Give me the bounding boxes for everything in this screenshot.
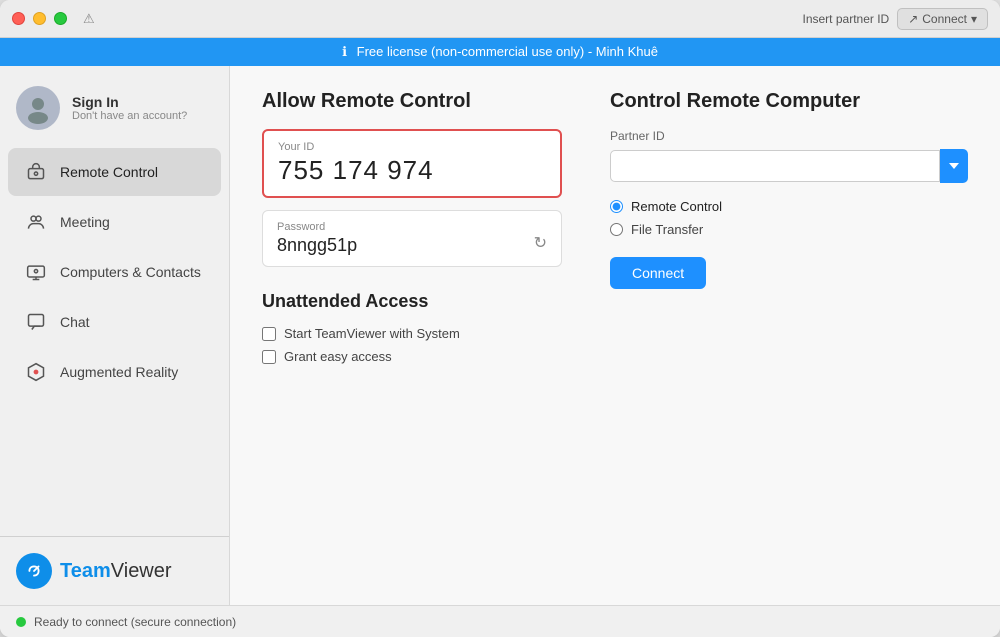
control-remote-title: Control Remote Computer [610,90,968,113]
app-window: ⚠ Insert partner ID ↗ Connect ▾ ℹ Free l… [0,0,1000,637]
connect-top-button[interactable]: ↗ Connect ▾ [897,8,988,30]
start-with-system-checkbox[interactable]: Start TeamViewer with System [262,326,562,341]
warning-icon: ⚠ [83,11,95,27]
chat-icon [24,310,48,334]
sidebar-profile[interactable]: Sign In Don't have an account? [0,66,229,146]
sidebar-item-augmented-reality[interactable]: Augmented Reality [8,348,221,396]
radio-remote-control-input[interactable] [610,200,623,213]
brand-name: TeamViewer [60,560,172,583]
refresh-icon[interactable]: ↻ [534,233,547,253]
sidebar-item-chat[interactable]: Chat [8,298,221,346]
radio-remote-control[interactable]: Remote Control [610,199,968,214]
profile-sub: Don't have an account? [72,110,187,122]
radio-remote-control-label: Remote Control [631,199,722,214]
computers-contacts-icon [24,260,48,284]
title-bar-right: Insert partner ID ↗ Connect ▾ [803,8,989,30]
your-id-value: 755 174 974 [278,155,546,186]
info-icon: ℹ [342,44,347,59]
minimize-button[interactable] [33,12,46,25]
sidebar-item-label: Chat [60,314,90,330]
password-content: Password 8nngg51p [277,221,357,256]
maximize-button[interactable] [54,12,67,25]
connect-top-label: Connect [922,12,967,26]
password-value: 8nngg51p [277,235,357,256]
status-dot [16,617,26,627]
partner-id-input-row [610,149,968,183]
sidebar-item-meeting[interactable]: Meeting [8,198,221,246]
unattended-title: Unattended Access [262,291,562,312]
password-label: Password [277,221,357,233]
connect-arrow-icon: ↗ [908,12,918,26]
status-bar: Ready to connect (secure connection) [0,605,1000,637]
main-content: Allow Remote Control Your ID 755 174 974… [230,66,1000,605]
radio-file-transfer[interactable]: File Transfer [610,222,968,237]
license-banner: ℹ Free license (non-commercial use only)… [0,38,1000,66]
augmented-reality-icon [24,360,48,384]
chevron-down-icon: ▾ [971,12,977,26]
close-button[interactable] [12,12,25,25]
sidebar-nav: Remote Control Meeting [0,146,229,536]
meeting-icon [24,210,48,234]
start-with-system-input[interactable] [262,327,276,341]
allow-remote-title: Allow Remote Control [262,90,562,113]
sidebar: Sign In Don't have an account? Remote Co… [0,66,230,605]
sidebar-item-label: Remote Control [60,164,158,180]
sidebar-item-remote-control[interactable]: Remote Control [8,148,221,196]
partner-id-label: Partner ID [610,129,968,143]
remote-control-icon [24,160,48,184]
partner-id-dropdown[interactable] [940,149,968,183]
profile-text: Sign In Don't have an account? [72,94,187,122]
title-bar: ⚠ Insert partner ID ↗ Connect ▾ [0,0,1000,38]
sidebar-item-label: Meeting [60,214,110,230]
main-layout: Sign In Don't have an account? Remote Co… [0,66,1000,605]
sidebar-item-label: Computers & Contacts [60,264,201,280]
traffic-lights [12,12,67,25]
password-box: Password 8nngg51p ↻ [262,210,562,267]
license-message: Free license (non-commercial use only) -… [357,44,658,59]
partner-id-input[interactable] [610,150,940,182]
sidebar-item-computers-contacts[interactable]: Computers & Contacts [8,248,221,296]
teamviewer-logo [16,553,52,589]
your-id-label: Your ID [278,141,546,153]
sidebar-bottom: TeamViewer [0,536,229,605]
connect-button[interactable]: Connect [610,257,706,289]
grant-easy-access-checkbox[interactable]: Grant easy access [262,349,562,364]
grant-easy-access-label: Grant easy access [284,349,392,364]
radio-group: Remote Control File Transfer [610,199,968,237]
sidebar-item-label: Augmented Reality [60,364,178,380]
status-text: Ready to connect (secure connection) [34,615,236,629]
your-id-box: Your ID 755 174 974 [262,129,562,198]
radio-file-transfer-input[interactable] [610,223,623,236]
allow-remote-section: Allow Remote Control Your ID 755 174 974… [262,90,562,581]
control-remote-section: Control Remote Computer Partner ID Remot… [610,90,968,581]
profile-name: Sign In [72,94,187,110]
radio-file-transfer-label: File Transfer [631,222,703,237]
avatar [16,86,60,130]
insert-partner-label[interactable]: Insert partner ID [803,12,890,26]
start-with-system-label: Start TeamViewer with System [284,326,460,341]
grant-easy-access-input[interactable] [262,350,276,364]
